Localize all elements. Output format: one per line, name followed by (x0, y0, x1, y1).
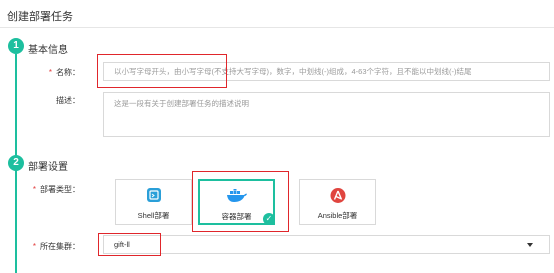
deploy-type-ansible-card[interactable]: Ansible部署 (299, 179, 376, 225)
step-1-circle: 1 (8, 38, 24, 54)
deploy-type-container-label: 容器部署 (221, 212, 252, 221)
required-mark: * (32, 242, 36, 251)
name-label: * 名称： (0, 67, 80, 78)
deploy-type-shell-card[interactable]: Shell部署 (115, 179, 192, 225)
shell-icon (146, 188, 161, 207)
description-label: 描述： (56, 96, 80, 105)
cluster-label-text: 所在集群： (40, 242, 80, 251)
title-divider (0, 27, 554, 28)
description-placeholder: 这是一段有关于创建部署任务的描述说明 (114, 99, 249, 108)
docker-whale-icon (226, 189, 248, 208)
cluster-label: * 所在集群： (0, 241, 80, 252)
deploy-type-label: * 部署类型： (0, 184, 80, 195)
page-title: 创建部署任务 (7, 11, 73, 23)
deploy-type-label-text: 部署类型： (40, 185, 80, 194)
name-label-text: 名称： (56, 68, 80, 77)
step-1-title: 基本信息 (28, 45, 68, 56)
deploy-type-shell-label: Shell部署 (137, 211, 170, 220)
deploy-type-ansible-label: Ansible部署 (317, 211, 358, 220)
deploy-type-container-card[interactable]: 容器部署 ✓ (198, 179, 275, 225)
ansible-icon (330, 188, 345, 208)
chevron-down-icon (527, 243, 533, 247)
cluster-select[interactable]: gift-ll (103, 235, 550, 254)
selected-check-icon: ✓ (263, 213, 275, 225)
step-2-title: 部署设置 (28, 162, 68, 173)
name-input-placeholder: 以小写字母开头，由小写字母(不支持大写字母)，数字，中划线(-)组成，4-63个… (114, 67, 472, 76)
required-mark: * (32, 185, 36, 194)
cluster-select-value: gift-ll (114, 240, 130, 249)
name-input[interactable]: 以小写字母开头，由小写字母(不支持大写字母)，数字，中划线(-)组成，4-63个… (103, 62, 550, 81)
step-2-circle: 2 (8, 155, 24, 171)
required-mark: * (48, 68, 52, 77)
description-textarea[interactable]: 这是一段有关于创建部署任务的描述说明 (103, 92, 550, 137)
